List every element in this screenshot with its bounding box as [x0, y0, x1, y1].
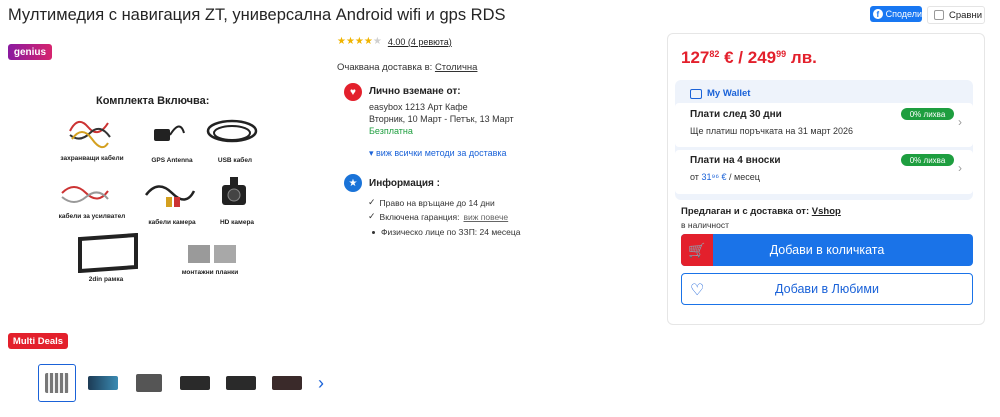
info-warranty-text: Включена гаранция: — [379, 211, 460, 222]
info-title: Информация : — [369, 178, 440, 189]
warranty-more-link[interactable]: виж повече — [464, 212, 509, 222]
wallet-title-text: My Wallet — [707, 88, 751, 99]
item-amp: кабели за усилвател — [58, 213, 126, 220]
delivery-city[interactable]: Столична — [435, 62, 478, 73]
info-return: ✓ Право на връщане до 14 дни — [368, 197, 495, 208]
price: 12782 € / 24999 лв. — [681, 48, 817, 68]
seller: Предлаган и с доставка от: Vshop — [681, 206, 841, 217]
thumbnail[interactable] — [38, 364, 76, 402]
pickup-price: Безплатна — [369, 126, 413, 136]
price-bgn-whole: 249 — [747, 48, 777, 67]
cable-harness-icon — [69, 120, 111, 149]
info-warranty-detail: Физическо лице по ЗЗП: 24 месеца — [372, 227, 521, 237]
delivery-label: Очаквана доставка в: — [337, 62, 433, 73]
add-to-favorites-button[interactable]: ♡ Добави в Любими — [681, 273, 973, 305]
add-to-cart-button[interactable]: 🛒 Добави в количката — [681, 234, 973, 266]
price-eur-sign: € / — [724, 48, 744, 67]
share-label: Сподели — [885, 9, 922, 19]
info-warranty-detail-text: Физическо лице по ЗЗП: 24 месеца — [381, 227, 521, 237]
compare-label: Сравни — [949, 9, 983, 21]
wallet-option2-amount: 31⁹⁶ € — [701, 172, 727, 182]
price-eur-whole: 127 — [681, 48, 710, 67]
facebook-icon: f — [873, 9, 883, 19]
amp-cables-icon — [61, 186, 109, 203]
thumbnail[interactable] — [176, 364, 214, 402]
zero-interest-badge: 0% лихва — [901, 108, 954, 120]
price-bgn-cents: 99 — [776, 49, 787, 59]
seller-name-link[interactable]: Vshop — [812, 206, 841, 217]
bullet-icon — [372, 230, 375, 234]
item-cables: захранващи кабели — [60, 155, 124, 162]
check-icon: ✓ — [368, 211, 376, 221]
seller-label: Предлаган и с доставка от: — [681, 206, 810, 217]
add-to-favorites-label: Добави в Любими — [775, 282, 879, 296]
thumbnail[interactable] — [268, 364, 306, 402]
info-return-text: Право на връщане до 14 дни — [379, 197, 495, 208]
stock-status: в наличност — [681, 220, 729, 230]
wallet-option1-title: Плати след 30 дни — [690, 109, 782, 120]
share-button[interactable]: f Сподели — [870, 6, 922, 22]
gps-antenna-icon — [154, 125, 185, 141]
rating[interactable]: ★★★★★ 4.00 (4 ревюта) — [337, 36, 452, 47]
heart-pin-icon: ♥ — [344, 83, 362, 101]
compare-toggle[interactable]: Сравни — [927, 6, 985, 24]
wallet-option2-sub: от 31⁹⁶ € / месец — [690, 172, 760, 182]
item-usb: USB кабел — [217, 157, 253, 164]
check-icon: ✓ — [368, 197, 376, 207]
wallet-option2-suffix: / месец — [729, 172, 760, 182]
cart-icon: 🛒 — [681, 234, 713, 266]
pickup-dates: Вторник, 10 Март - Петък, 13 Март — [369, 114, 514, 124]
zero-interest-badge: 0% лихва — [901, 154, 954, 166]
item-camera-cables: кабели камера — [148, 219, 196, 226]
rating-stars: ★★★★★ — [337, 36, 382, 47]
chevron-right-icon[interactable]: › — [318, 373, 324, 394]
item-gps: GPS Antenna — [151, 157, 193, 164]
usb-cable-icon — [206, 119, 258, 143]
heart-icon: ♡ — [690, 282, 705, 299]
delivery-estimate: Очаквана доставка в: Столична — [337, 62, 477, 73]
wallet-option2-prefix: от — [690, 172, 699, 182]
wallet-title: My Wallet — [690, 88, 750, 99]
thumbnail[interactable] — [130, 364, 168, 402]
image-caption: Комплекта Включва: — [96, 95, 210, 107]
hd-camera-icon — [222, 177, 246, 205]
compare-checkbox[interactable] — [934, 10, 944, 20]
multi-deals-badge: Multi Deals — [8, 333, 68, 349]
item-brackets: монтажни планки — [181, 269, 239, 276]
din-frame-icon — [78, 233, 138, 273]
wallet-icon — [690, 88, 702, 99]
product-main-image[interactable]: Комплекта Включва: захранващи кабели GPS… — [50, 95, 280, 290]
pickup-place: easybox 1213 Арт Кафе — [369, 102, 468, 112]
wallet-option1-sub: Ще платиш поръчката на 31 март 2026 — [690, 126, 854, 136]
item-frame: 2din рамка — [88, 276, 124, 283]
star-badge-icon: ★ — [344, 174, 362, 192]
chevron-right-icon[interactable]: › — [958, 161, 962, 175]
wallet-option2-title: Плати на 4 вноски — [690, 155, 781, 166]
product-title: Мултимедия с навигация ZT, универсална A… — [8, 6, 506, 24]
price-eur-cents: 82 — [709, 49, 720, 59]
chevron-right-icon[interactable]: › — [958, 115, 962, 129]
brackets-icon — [188, 245, 236, 263]
item-hd-camera: HD камера — [219, 219, 255, 226]
genius-badge: genius — [8, 44, 52, 60]
camera-cables-icon — [145, 185, 196, 207]
rating-text[interactable]: 4.00 (4 ревюта) — [388, 37, 452, 47]
info-warranty: ✓ Включена гаранция: виж повече — [368, 211, 508, 222]
all-delivery-methods-link[interactable]: ▾ виж всички методи за доставка — [369, 148, 507, 159]
thumbnail[interactable] — [222, 364, 260, 402]
add-to-cart-label: Добави в количката — [769, 243, 885, 257]
pickup-title: Лично вземане от: — [369, 86, 461, 97]
thumbnail-strip: › — [38, 364, 324, 402]
thumbnail[interactable] — [84, 364, 122, 402]
price-bgn-sign: лв. — [790, 48, 817, 67]
